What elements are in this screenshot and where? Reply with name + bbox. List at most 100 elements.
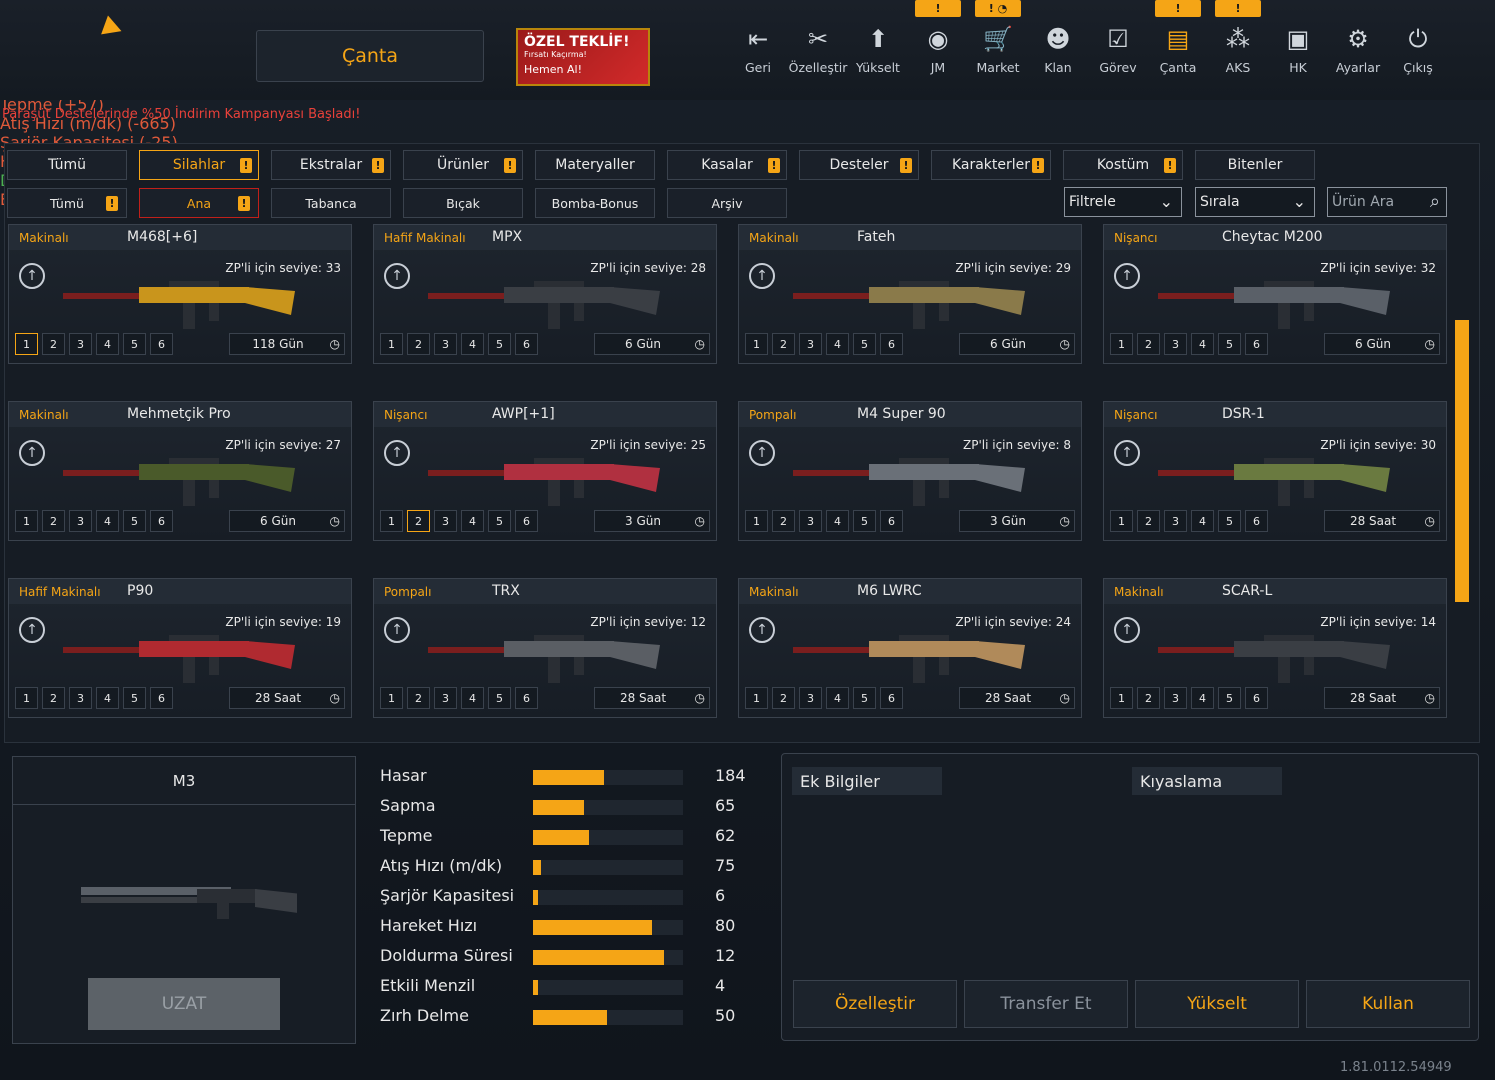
slot-button[interactable]: 1 [1110,333,1133,355]
duration-box[interactable]: 3 Gün ◷ [594,510,710,532]
duration-box[interactable]: 6 Gün ◷ [959,333,1075,355]
tab-5[interactable]: Kasalar! [667,150,787,180]
upgrade-arrow-icon[interactable]: ↑ [19,440,45,466]
item-card[interactable]: Nişancı DSR-1 ↑ ZP'li için seviye: 30 1 2 3 4 5 6… [1103,401,1447,541]
slot-button[interactable]: 6 [150,510,173,532]
upgrade-arrow-icon[interactable]: ↑ [1114,617,1140,643]
nav-gear[interactable]: ⚙ Ayarlar [1328,22,1388,75]
item-card[interactable]: Makinalı M468[+6] ↑ ZP'li için seviye: 33 1 2… [8,224,352,364]
item-card[interactable]: Makinalı Mehmetçik Pro ↑ ZP'li için seviye:… [8,401,352,541]
slot-button[interactable]: 1 [15,687,38,709]
slot-button[interactable]: 3 [1164,333,1187,355]
slot-button[interactable]: 6 [1245,687,1268,709]
nav-wallet[interactable]: ▣ HK [1268,22,1328,75]
slot-button[interactable]: 2 [1137,333,1160,355]
tab-3[interactable]: Ürünler! [403,150,523,180]
nav-power[interactable]: ⏻ Çıkış [1388,22,1448,75]
upgrade-arrow-icon[interactable]: ↑ [1114,263,1140,289]
nav-clan[interactable]: ☻ Klan [1028,22,1088,75]
item-card[interactable]: Hafif Makinalı P90 ↑ ZP'li için seviye: 19 1… [8,578,352,718]
item-card[interactable]: Makinalı Fateh ↑ ZP'li için seviye: 29 1 2 3 4 5… [738,224,1082,364]
upgrade-arrow-icon[interactable]: ↑ [384,440,410,466]
slot-button[interactable]: 4 [826,687,849,709]
slot-button[interactable]: 5 [853,510,876,532]
slot-button[interactable]: 2 [1137,687,1160,709]
scrollbar-thumb[interactable] [1455,320,1469,602]
nav-coins[interactable]: ◉ JM [908,22,968,75]
slot-button[interactable]: 3 [434,333,457,355]
tab-7[interactable]: Karakterler! [931,150,1051,180]
slot-button[interactable]: 6 [880,333,903,355]
slot-button[interactable]: 2 [407,510,430,532]
slot-button[interactable]: 5 [488,687,511,709]
slot-button[interactable]: 6 [515,510,538,532]
nav-cart[interactable]: 🛒 Market [968,22,1028,75]
subtab-1[interactable]: Ana! [139,188,259,218]
slot-button[interactable]: 1 [1110,687,1133,709]
upgrade-button[interactable]: Yükselt [1135,980,1299,1028]
slot-button[interactable]: 5 [1218,510,1241,532]
slot-button[interactable]: 1 [15,510,38,532]
slot-button[interactable]: 4 [1191,510,1214,532]
duration-box[interactable]: 6 Gün ◷ [594,333,710,355]
tab-2[interactable]: Ekstralar! [271,150,391,180]
search-input[interactable]: Ürün Ara ⌕ [1327,187,1447,217]
item-card[interactable]: Makinalı SCAR-L ↑ ZP'li için seviye: 14 1 2 3 4… [1103,578,1447,718]
upgrade-arrow-icon[interactable]: ↑ [749,263,775,289]
tab-8[interactable]: Kostüm! [1063,150,1183,180]
duration-box[interactable]: 118 Gün ◷ [229,333,345,355]
slot-button[interactable]: 6 [150,333,173,355]
slot-button[interactable]: 1 [380,510,403,532]
slot-button[interactable]: 5 [853,687,876,709]
slot-button[interactable]: 3 [799,687,822,709]
slot-button[interactable]: 2 [1137,510,1160,532]
slot-button[interactable]: 3 [799,333,822,355]
slot-button[interactable]: 3 [69,687,92,709]
transfer-button[interactable]: Transfer Et [964,980,1128,1028]
tab-9[interactable]: Bitenler [1195,150,1315,180]
slot-button[interactable]: 1 [745,687,768,709]
nav-aks[interactable]: ⁂ AKS [1208,22,1268,75]
upgrade-arrow-icon[interactable]: ↑ [1114,440,1140,466]
special-offer-banner[interactable]: ÖZEL TEKLİF! Fırsatı Kaçırma! Hemen Al! [516,28,650,86]
nav-tools[interactable]: ✂ Özelleştir [788,22,848,75]
slot-button[interactable]: 3 [1164,510,1187,532]
nav-task[interactable]: ☑ Görev [1088,22,1148,75]
tab-1[interactable]: Silahlar! [139,150,259,180]
item-card[interactable]: Makinalı M6 LWRC ↑ ZP'li için seviye: 24 1 2 3… [738,578,1082,718]
slot-button[interactable]: 4 [826,510,849,532]
slot-button[interactable]: 6 [150,687,173,709]
slot-button[interactable]: 1 [380,687,403,709]
upgrade-arrow-icon[interactable]: ↑ [749,440,775,466]
duration-box[interactable]: 6 Gün ◷ [1324,333,1440,355]
subtab-5[interactable]: Arşiv [667,188,787,218]
nav-rank-up[interactable]: ⬆ Yükselt [848,22,908,75]
duration-box[interactable]: 28 Saat ◷ [229,687,345,709]
item-card[interactable]: Hafif Makinalı MPX ↑ ZP'li için seviye: 28 1… [373,224,717,364]
slot-button[interactable]: 2 [42,510,65,532]
slot-button[interactable]: 5 [123,333,146,355]
slot-button[interactable]: 5 [853,333,876,355]
slot-button[interactable]: 5 [123,510,146,532]
item-card[interactable]: Pompalı TRX ↑ ZP'li için seviye: 12 1 2 3 4 5 6 28… [373,578,717,718]
slot-button[interactable]: 6 [880,510,903,532]
item-card[interactable]: Nişancı Cheytac M200 ↑ ZP'li için seviye: 3… [1103,224,1447,364]
slot-button[interactable]: 4 [461,687,484,709]
slot-button[interactable]: 3 [69,333,92,355]
slot-button[interactable]: 1 [15,333,38,355]
slot-button[interactable]: 3 [69,510,92,532]
slot-button[interactable]: 6 [515,333,538,355]
tab-0[interactable]: Tümü [7,150,127,180]
slot-button[interactable]: 2 [772,333,795,355]
slot-button[interactable]: 2 [42,687,65,709]
slot-button[interactable]: 4 [461,510,484,532]
item-card[interactable]: Pompalı M4 Super 90 ↑ ZP'li için seviye: 8 1… [738,401,1082,541]
duration-box[interactable]: 28 Saat ◷ [1324,687,1440,709]
duration-box[interactable]: 28 Saat ◷ [959,687,1075,709]
nav-inventory[interactable]: ▤ Çanta [1148,22,1208,75]
slot-button[interactable]: 4 [826,333,849,355]
subtab-4[interactable]: Bomba-Bonus [535,188,655,218]
duration-box[interactable]: 3 Gün ◷ [959,510,1075,532]
duration-box[interactable]: 28 Saat ◷ [1324,510,1440,532]
upgrade-arrow-icon[interactable]: ↑ [384,263,410,289]
